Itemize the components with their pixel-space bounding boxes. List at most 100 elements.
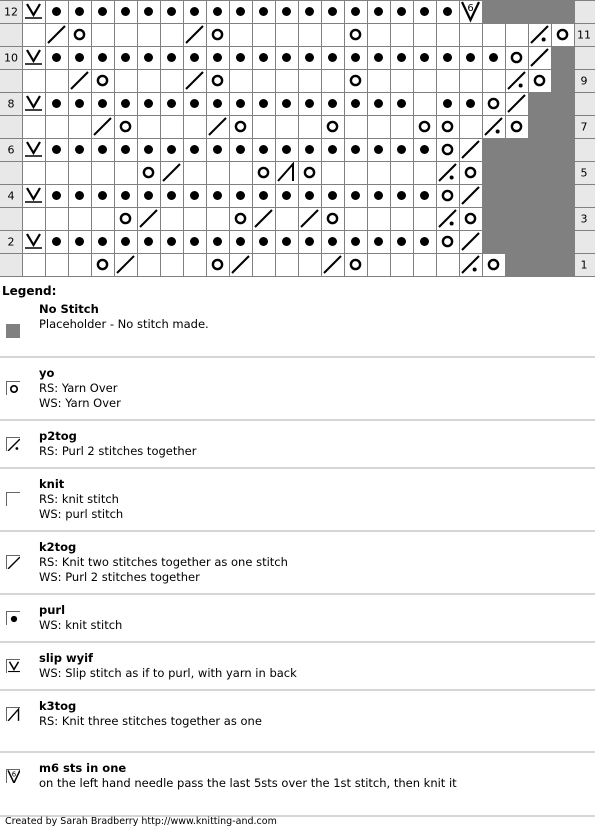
purl-dot bbox=[282, 191, 291, 200]
purl-dot bbox=[190, 99, 199, 108]
purl-dot bbox=[144, 53, 153, 62]
stitch-knit bbox=[91, 207, 114, 230]
purl-dot bbox=[351, 191, 360, 200]
stitch-purl bbox=[137, 46, 160, 69]
no-stitch-fill bbox=[528, 207, 551, 230]
cell-bg bbox=[505, 46, 528, 69]
stitch-purl bbox=[206, 92, 229, 115]
stitch-yo bbox=[68, 23, 91, 46]
cell-bg bbox=[45, 253, 68, 276]
legend-item-description: Placeholder - No stitch made. bbox=[39, 317, 209, 331]
legend-item-description: RS: Yarn Over bbox=[39, 381, 118, 395]
legend-item-name: slip wyif bbox=[39, 651, 94, 665]
stitch-purl bbox=[298, 46, 321, 69]
cell-bg bbox=[413, 69, 436, 92]
legend-item-name: m6 sts in one bbox=[39, 761, 127, 775]
purl-dot bbox=[144, 99, 153, 108]
stitch-knit bbox=[413, 253, 436, 276]
p2tog-dot bbox=[449, 175, 454, 180]
cell-bg bbox=[321, 115, 344, 138]
stitch-p2tog bbox=[436, 207, 459, 230]
stitch-knit bbox=[183, 253, 206, 276]
stitch-knit bbox=[137, 69, 160, 92]
cell-bg bbox=[252, 253, 275, 276]
stitch-purl bbox=[183, 92, 206, 115]
cell-bg bbox=[413, 253, 436, 276]
stitch-purl bbox=[206, 230, 229, 253]
purl-dot bbox=[282, 53, 291, 62]
stitch-knit bbox=[229, 161, 252, 184]
legend-item-m6-sts-in-one: m6 sts in one on the left hand needle pas… bbox=[0, 753, 595, 817]
stitch-yo bbox=[229, 207, 252, 230]
stitch-knit bbox=[413, 23, 436, 46]
no-stitch-fill bbox=[551, 115, 574, 138]
no-stitch-fill bbox=[505, 230, 528, 253]
stitch-purl bbox=[390, 46, 413, 69]
stitch-no-stitch bbox=[551, 253, 574, 276]
stitch-purl bbox=[229, 230, 252, 253]
cell-bg bbox=[22, 230, 45, 253]
stitch-purl bbox=[91, 230, 114, 253]
cell-bg bbox=[459, 69, 482, 92]
stitch-knit bbox=[206, 207, 229, 230]
purl-dot bbox=[282, 7, 291, 16]
cell-bg bbox=[137, 115, 160, 138]
cell-bg bbox=[298, 253, 321, 276]
cell-bg bbox=[45, 207, 68, 230]
cell-bg bbox=[183, 207, 206, 230]
purl-dot bbox=[420, 53, 429, 62]
cell-bg bbox=[160, 253, 183, 276]
purl-dot bbox=[397, 191, 406, 200]
purl-dot bbox=[351, 99, 360, 108]
stitch-purl bbox=[413, 138, 436, 161]
cell-bg bbox=[275, 253, 298, 276]
stitch-knit bbox=[275, 23, 298, 46]
no-stitch-fill bbox=[551, 161, 574, 184]
stitch-knit bbox=[436, 23, 459, 46]
purl-dot bbox=[374, 237, 383, 246]
cell-bg bbox=[91, 161, 114, 184]
stitch-no-stitch bbox=[551, 161, 574, 184]
cell-bg bbox=[114, 69, 137, 92]
stitch-knit bbox=[321, 69, 344, 92]
stitch-yo bbox=[459, 207, 482, 230]
stitch-purl bbox=[68, 92, 91, 115]
no-stitch-fill bbox=[551, 184, 574, 207]
stitch-knit bbox=[367, 207, 390, 230]
stitch-purl bbox=[252, 184, 275, 207]
cell-bg bbox=[390, 115, 413, 138]
purl-dot bbox=[52, 191, 61, 200]
stitch-purl bbox=[321, 92, 344, 115]
no-stitch-fill bbox=[482, 184, 505, 207]
stitch-yo bbox=[321, 207, 344, 230]
stitch-knit bbox=[390, 161, 413, 184]
stitch-knit bbox=[114, 161, 137, 184]
stitch-knit bbox=[367, 69, 390, 92]
stitch-purl bbox=[321, 138, 344, 161]
stitch-purl bbox=[68, 46, 91, 69]
stitch-purl bbox=[298, 230, 321, 253]
legend-item-no-stitch: No Stitch Placeholder - No stitch made. bbox=[0, 300, 595, 358]
cell-bg bbox=[459, 161, 482, 184]
stitch-no-stitch bbox=[505, 0, 528, 23]
stitch-yo bbox=[528, 69, 551, 92]
stitch-no-stitch bbox=[528, 230, 551, 253]
stitch-knit bbox=[22, 69, 45, 92]
purl-dot bbox=[259, 99, 268, 108]
purl-dot bbox=[305, 99, 314, 108]
stitch-knit bbox=[137, 115, 160, 138]
purl-dot bbox=[351, 237, 360, 246]
stitch-yo bbox=[114, 115, 137, 138]
stitch-purl bbox=[183, 230, 206, 253]
legend-item-name: p2tog bbox=[39, 429, 77, 443]
stitch-knit bbox=[344, 207, 367, 230]
stitch-purl bbox=[390, 0, 413, 23]
cell-bg bbox=[137, 253, 160, 276]
stitch-purl bbox=[344, 184, 367, 207]
cell-bg bbox=[275, 115, 298, 138]
stitch-purl bbox=[91, 46, 114, 69]
purl-dot bbox=[397, 145, 406, 154]
stitch-k2tog bbox=[160, 161, 183, 184]
stitch-yo bbox=[344, 253, 367, 276]
stitch-no-stitch bbox=[551, 115, 574, 138]
